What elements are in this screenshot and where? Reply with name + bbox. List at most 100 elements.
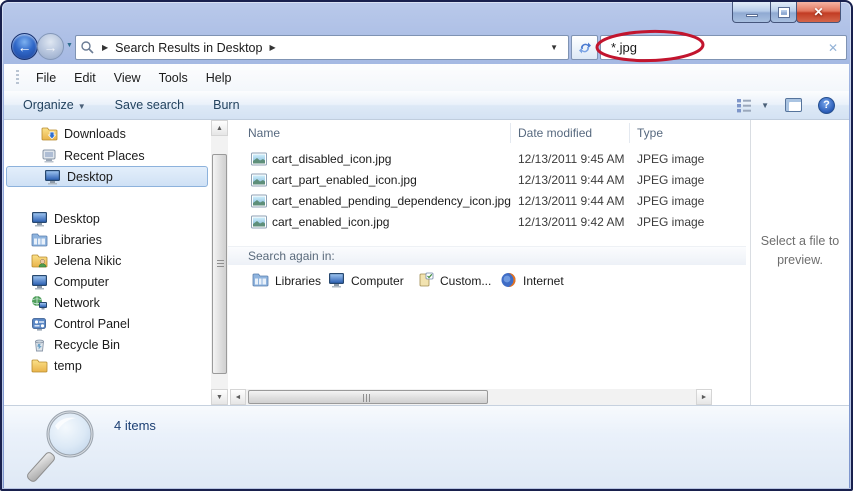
sidebar-item-recycle-bin[interactable]: Recycle Bin [4,334,209,355]
search-again-custom[interactable]: Custom... [417,270,491,292]
search-again-internet[interactable]: Internet [500,270,564,292]
chevron-down-icon: ▼ [66,42,73,49]
sidebar-item-user-jelena-nikic[interactable]: Jelena Nikic [4,250,209,271]
breadcrumb-arrow-icon[interactable]: ▶ [102,43,108,52]
navigation-pane: Downloads Recent Places Desktop Desktop … [4,120,211,405]
organize-button[interactable]: Organize ▼ [13,94,96,116]
close-icon: ✕ [813,5,824,19]
menubar-grip[interactable] [16,69,19,86]
menu-help[interactable]: Help [197,67,241,89]
sidebar-item-libraries[interactable]: Libraries [4,229,209,250]
menu-view[interactable]: View [105,67,150,89]
minimize-button[interactable] [732,2,771,23]
column-header-type[interactable]: Type [637,120,663,146]
network-icon [31,295,48,311]
scroll-right-button[interactable]: ► [696,389,712,405]
preview-pane-button[interactable] [785,98,802,112]
jpeg-file-icon [251,215,267,232]
search-input[interactable] [611,40,801,55]
scrollbar-grip [217,260,224,268]
menu-tools[interactable]: Tools [150,67,197,89]
refresh-icon [578,42,591,53]
search-again-libraries[interactable]: Libraries [252,270,321,292]
vertical-scrollbar[interactable]: ▲ ▼ [211,120,228,405]
vertical-scrollbar-thumb[interactable] [212,154,227,374]
sidebar-item-desktop-favorite[interactable]: Desktop [6,166,208,187]
scroll-left-button[interactable]: ◄ [230,389,246,405]
recycle-bin-icon [31,337,48,353]
search-again-header: Search again in: [228,246,746,265]
column-header-date-modified[interactable]: Date modified [518,120,592,146]
back-button[interactable]: ← [11,33,38,60]
main-area: Downloads Recent Places Desktop Desktop … [4,120,849,405]
sidebar-item-recent-places[interactable]: Recent Places [4,145,209,166]
maximize-button[interactable] [770,2,797,23]
help-icon: ? [823,99,830,111]
scroll-down-icon: ▼ [216,393,223,401]
command-toolbar: Organize ▼ Save search Burn ▼ ? [4,91,849,120]
help-button[interactable]: ? [818,96,835,114]
recent-pages-dropdown[interactable]: ▼ [66,42,73,49]
scroll-up-button[interactable]: ▲ [211,120,228,136]
chevron-down-icon: ▼ [77,102,86,111]
breadcrumb-arrow-icon[interactable]: ▶ [269,43,275,52]
firefox-icon [500,272,517,291]
sidebar-item-network[interactable]: Network [4,292,209,313]
explorer-window: ✕ ← → ▼ ▶ Search Results in Desktop ▶ ▼ … [0,0,853,491]
jpeg-file-icon [251,173,267,190]
scrollbar-grip [363,394,372,402]
column-divider[interactable] [629,123,630,143]
sidebar-item-desktop[interactable]: Desktop [4,208,209,229]
sidebar-item-computer[interactable]: Computer [4,271,209,292]
jpeg-file-icon [251,152,267,169]
preview-message: Select a file to preview. [760,234,840,267]
window-controls: ✕ [732,2,841,23]
preview-pane: Select a file to preview. [751,120,849,405]
forward-button[interactable]: → [37,33,64,60]
search-box[interactable]: ✕ [600,35,847,60]
sidebar-item-temp[interactable]: temp [4,355,209,376]
clear-search-icon[interactable]: ✕ [828,41,846,55]
chevron-down-icon: ▼ [761,100,769,110]
file-row[interactable]: cart_enabled_pending_dependency_icon.jpg… [228,191,744,212]
menu-bar: File Edit View Tools Help [4,64,849,91]
desktop-icon [31,211,48,227]
file-list: Name Date modified Type cart_disabled_ic… [228,120,750,405]
navigation-bar: ← → ▼ ▶ Search Results in Desktop ▶ ▼ ✕ [2,30,851,64]
address-bar[interactable]: ▶ Search Results in Desktop ▶ ▼ [75,35,569,60]
close-button[interactable]: ✕ [796,2,841,23]
computer-icon [328,272,345,291]
desktop-icon [44,169,61,185]
downloads-folder-icon [41,126,58,142]
burn-button[interactable]: Burn [203,94,249,116]
jpeg-file-icon [251,194,267,211]
scroll-down-button[interactable]: ▼ [211,389,228,405]
sidebar-item-control-panel[interactable]: Control Panel [4,313,209,334]
search-again-computer[interactable]: Computer [328,270,404,292]
folder-icon [31,358,48,374]
column-header-name[interactable]: Name [248,120,280,146]
save-search-button[interactable]: Save search [105,94,194,116]
title-bar: ✕ [2,2,851,30]
control-panel-icon [31,316,48,332]
toolbar-right-group: ▼ ? [736,91,835,119]
recent-places-icon [41,148,58,164]
address-dropdown-icon[interactable]: ▼ [544,43,564,52]
horizontal-scrollbar[interactable]: ◄ ► [230,389,712,405]
menu-edit[interactable]: Edit [65,67,105,89]
user-folder-icon [31,253,48,269]
file-row[interactable]: cart_enabled_icon.jpg 12/13/2011 9:42 AM… [228,212,744,233]
maximize-icon [777,6,790,18]
change-view-button[interactable]: ▼ [736,98,769,113]
menu-file[interactable]: File [27,67,65,89]
forward-icon: → [43,38,58,55]
breadcrumb-location[interactable]: Search Results in Desktop [115,41,262,55]
file-row[interactable]: cart_part_enabled_icon.jpg 12/13/2011 9:… [228,170,744,191]
column-divider[interactable] [510,123,511,143]
libraries-icon [252,272,269,291]
horizontal-scrollbar-thumb[interactable] [248,390,488,404]
refresh-button[interactable] [571,35,598,60]
sidebar-item-downloads[interactable]: Downloads [4,123,209,144]
scroll-up-icon: ▲ [216,124,223,132]
file-row[interactable]: cart_disabled_icon.jpg 12/13/2011 9:45 A… [228,149,744,170]
